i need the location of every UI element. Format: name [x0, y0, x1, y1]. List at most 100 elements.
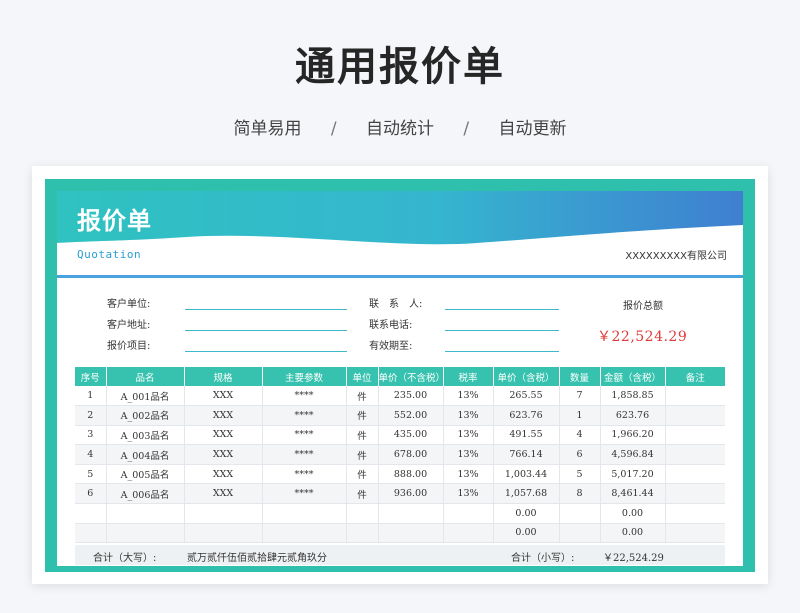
- table-cell[interactable]: [184, 523, 263, 544]
- table-cell[interactable]: 5,017.20: [600, 464, 666, 485]
- table-cell[interactable]: 936.00: [378, 483, 444, 505]
- table-cell[interactable]: [262, 523, 347, 544]
- table-cell[interactable]: 件: [346, 483, 379, 505]
- table-cell[interactable]: A_005品名: [106, 464, 185, 485]
- table-cell[interactable]: [665, 444, 725, 465]
- table-cell[interactable]: [75, 503, 107, 524]
- summary-upper-value: 贰万贰仟伍佰贰拾肆元贰角玖分: [187, 553, 327, 564]
- table-cell[interactable]: [559, 523, 601, 544]
- table-cell[interactable]: [378, 503, 444, 524]
- table-cell[interactable]: [443, 523, 494, 544]
- table-cell[interactable]: 0.00: [493, 523, 560, 544]
- table-cell[interactable]: 1,858.85: [600, 386, 666, 407]
- phone-label: 联系电话:: [369, 320, 413, 331]
- table-cell[interactable]: A_006品名: [106, 483, 185, 505]
- table-cell[interactable]: [262, 503, 347, 524]
- table-cell[interactable]: 235.00: [378, 386, 444, 407]
- table-cell[interactable]: [665, 464, 725, 485]
- banner-subtitle: Quotation: [77, 248, 142, 261]
- table-cell[interactable]: 13%: [443, 464, 494, 485]
- table-cell[interactable]: 件: [346, 405, 379, 426]
- table-cell[interactable]: 623.76: [600, 405, 666, 426]
- table-cell[interactable]: A_003品名: [106, 425, 185, 446]
- table-cell[interactable]: ****: [262, 483, 347, 505]
- quote-item-field[interactable]: [185, 351, 347, 352]
- table-cell[interactable]: 6: [559, 444, 601, 465]
- contact-field[interactable]: [445, 309, 559, 310]
- customer-address-field[interactable]: [185, 330, 347, 331]
- table-cell[interactable]: 5: [559, 464, 601, 485]
- table-cell[interactable]: 8: [559, 483, 601, 505]
- table-cell[interactable]: [665, 386, 725, 407]
- table-cell[interactable]: [346, 503, 379, 524]
- table-cell[interactable]: ****: [262, 386, 347, 407]
- summary-row: 合计（大写）: 贰万贰仟伍佰贰拾肆元贰角玖分 合计（小写）: ￥22,524.2…: [75, 545, 725, 565]
- table-cell[interactable]: 3: [75, 425, 107, 446]
- table-cell[interactable]: [665, 483, 725, 505]
- table-cell[interactable]: 1: [559, 405, 601, 426]
- table-cell[interactable]: 件: [346, 425, 379, 446]
- table-cell[interactable]: ****: [262, 444, 347, 465]
- table-cell[interactable]: 265.55: [493, 386, 560, 407]
- table-cell[interactable]: XXX: [184, 444, 263, 465]
- table-cell[interactable]: A_002品名: [106, 405, 185, 426]
- table-cell[interactable]: 435.00: [378, 425, 444, 446]
- table-cell[interactable]: 4,596.84: [600, 444, 666, 465]
- table-cell[interactable]: XXX: [184, 405, 263, 426]
- table-cell[interactable]: 5: [75, 464, 107, 485]
- table-cell[interactable]: 491.55: [493, 425, 560, 446]
- table-cell[interactable]: ****: [262, 405, 347, 426]
- customer-unit-field[interactable]: [185, 309, 347, 310]
- table-cell[interactable]: 1,966.20: [600, 425, 666, 446]
- table-cell[interactable]: [665, 523, 725, 544]
- table-cell[interactable]: [443, 503, 494, 524]
- table-cell[interactable]: [559, 503, 601, 524]
- table-cell[interactable]: XXX: [184, 483, 263, 505]
- table-cell[interactable]: 766.14: [493, 444, 560, 465]
- table-cell[interactable]: 678.00: [378, 444, 444, 465]
- table-cell[interactable]: 13%: [443, 386, 494, 407]
- table-cell[interactable]: 13%: [443, 405, 494, 426]
- table-cell[interactable]: 4: [75, 444, 107, 465]
- table-cell[interactable]: 0.00: [493, 503, 560, 524]
- phone-field[interactable]: [445, 330, 559, 331]
- table-cell[interactable]: [346, 523, 379, 544]
- table-cell[interactable]: 2: [75, 405, 107, 426]
- table-cell[interactable]: 0.00: [600, 503, 666, 524]
- table-cell[interactable]: [665, 425, 725, 446]
- table-cell[interactable]: 件: [346, 464, 379, 485]
- valid-until-field[interactable]: [445, 351, 559, 352]
- table-cell[interactable]: 1,003.44: [493, 464, 560, 485]
- table-cell[interactable]: [75, 523, 107, 544]
- table-cell[interactable]: ****: [262, 425, 347, 446]
- table-cell[interactable]: A_001品名: [106, 386, 185, 407]
- table-cell[interactable]: 1,057.68: [493, 483, 560, 505]
- table-cell[interactable]: 件: [346, 444, 379, 465]
- table-cell[interactable]: 623.76: [493, 405, 560, 426]
- table-cell[interactable]: 552.00: [378, 405, 444, 426]
- table-cell[interactable]: 1: [75, 386, 107, 407]
- column-header: 单价（不含税）: [378, 367, 445, 386]
- table-cell[interactable]: ****: [262, 464, 347, 485]
- table-cell[interactable]: [665, 405, 725, 426]
- table-cell[interactable]: 13%: [443, 483, 494, 505]
- sheet-border: 报价单 Quotation XXXXXXXXX有限公司 客户单位: 客户地址: …: [45, 179, 755, 572]
- table-cell[interactable]: [378, 523, 444, 544]
- table-cell[interactable]: A_004品名: [106, 444, 185, 465]
- table-cell[interactable]: 件: [346, 386, 379, 407]
- table-cell[interactable]: XXX: [184, 386, 263, 407]
- table-cell[interactable]: [184, 503, 263, 524]
- table-cell[interactable]: XXX: [184, 464, 263, 485]
- table-cell[interactable]: XXX: [184, 425, 263, 446]
- table-cell[interactable]: 13%: [443, 444, 494, 465]
- table-cell[interactable]: 6: [75, 483, 107, 505]
- table-cell[interactable]: [106, 523, 185, 544]
- table-cell[interactable]: 13%: [443, 425, 494, 446]
- table-cell[interactable]: 888.00: [378, 464, 444, 485]
- table-cell[interactable]: 8,461.44: [600, 483, 666, 505]
- table-cell[interactable]: [665, 503, 725, 524]
- table-cell[interactable]: [106, 503, 185, 524]
- table-cell[interactable]: 0.00: [600, 523, 666, 544]
- table-cell[interactable]: 7: [559, 386, 601, 407]
- table-cell[interactable]: 4: [559, 425, 601, 446]
